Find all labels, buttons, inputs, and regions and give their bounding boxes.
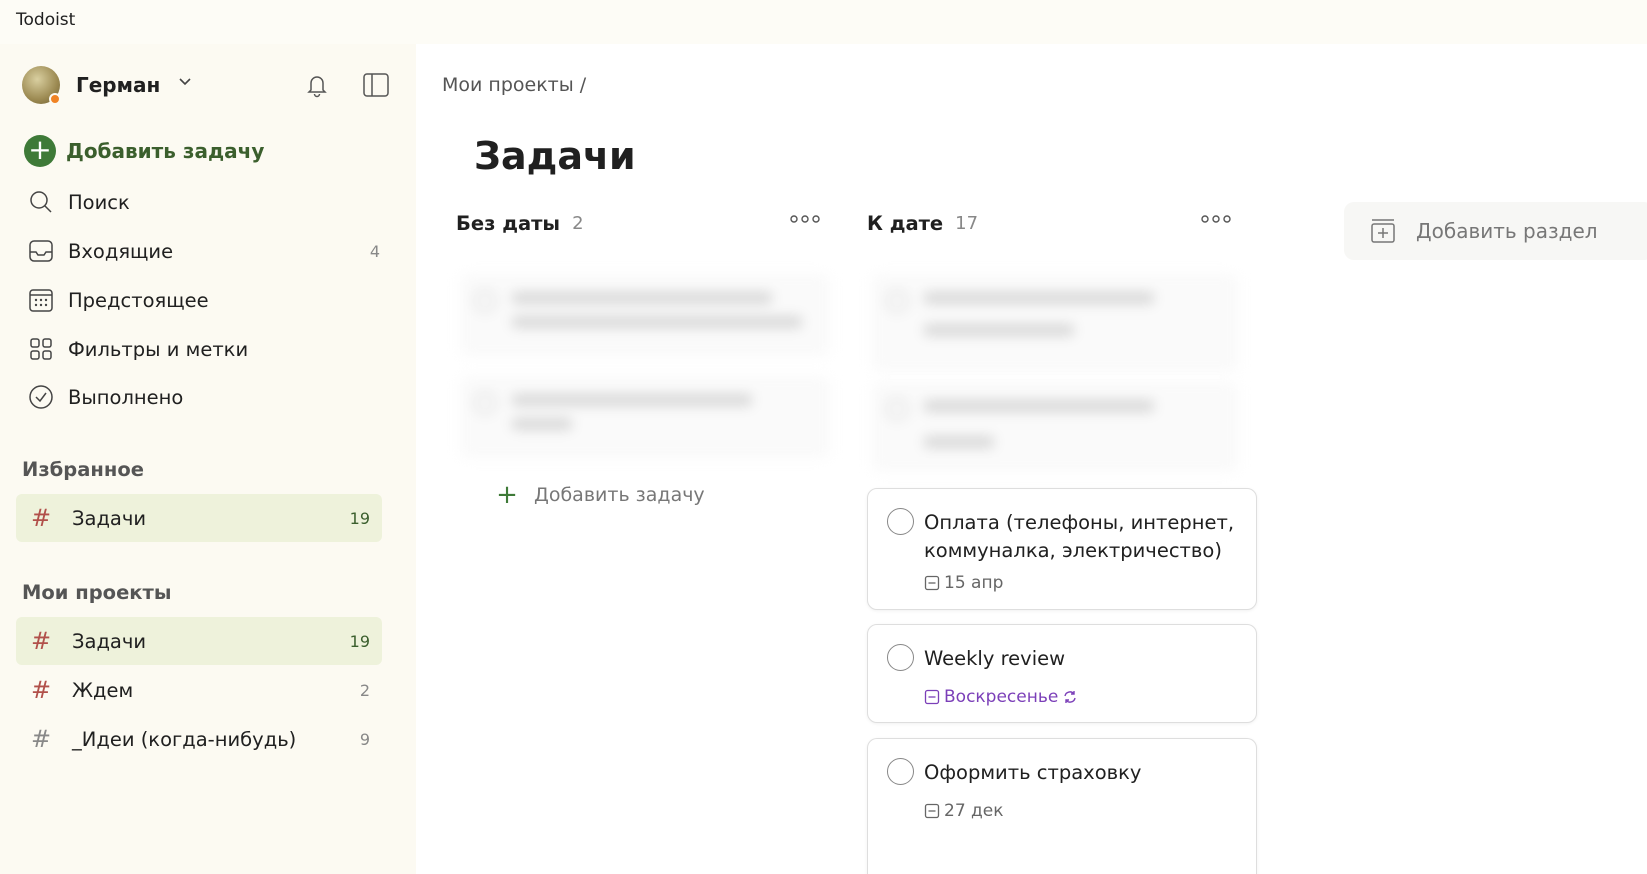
window-titlebar: Todoist [0, 0, 1647, 44]
more-options-icon[interactable] [790, 210, 820, 231]
task-checkbox[interactable] [887, 508, 914, 535]
check-circle-icon [28, 384, 54, 410]
task-title: Оплата (телефоны, интернет, коммуналка, … [924, 511, 1235, 562]
blurred-task-card[interactable] [460, 376, 830, 458]
calendar-icon [924, 803, 940, 819]
sidebar-item-project-waiting[interactable]: # Ждем 2 [16, 666, 382, 714]
avatar[interactable] [22, 66, 61, 105]
task-checkbox [886, 398, 908, 420]
task-checkbox[interactable] [887, 644, 914, 671]
sidebar-item-label: Задачи [72, 629, 147, 653]
add-task-label: Добавить задачу [534, 484, 705, 506]
task-checkbox[interactable] [887, 758, 914, 785]
inbox-icon [28, 238, 54, 264]
add-task-in-column-button[interactable]: + Добавить задачу [494, 480, 705, 510]
blurred-text [924, 436, 994, 448]
sidebar-item-count: 2 [359, 680, 370, 700]
blurred-task-card[interactable] [872, 274, 1238, 372]
recurring-icon [1064, 691, 1077, 703]
blurred-text [512, 394, 752, 406]
window-title: Todoist [16, 10, 76, 30]
add-task-button[interactable]: + Добавить задачу [24, 134, 394, 168]
column-count: 2 [572, 212, 584, 234]
column-header-by-date[interactable]: К дате 17 [867, 208, 978, 238]
breadcrumb[interactable]: Мои проекты / [442, 74, 586, 96]
task-date-text: 15 апр [944, 573, 1004, 593]
task-due-date[interactable]: Воскресенье [924, 687, 1078, 707]
page-title: Задачи [474, 134, 636, 178]
calendar-icon [924, 575, 940, 591]
search-icon [28, 189, 54, 215]
task-card[interactable]: Оформить страховку 27 дек [867, 738, 1257, 874]
toggle-sidebar-icon[interactable] [361, 70, 391, 100]
sidebar-item-completed[interactable]: Выполнено [16, 375, 400, 419]
hash-icon: # [30, 627, 52, 655]
main-content: Мои проекты / Задачи Без даты 2 + Добави… [416, 44, 1647, 874]
add-section-icon [1371, 219, 1395, 243]
blurred-text [512, 292, 772, 304]
blurred-text [924, 292, 1154, 304]
hash-icon: # [30, 676, 52, 704]
task-checkbox [886, 290, 908, 312]
calendar-icon [28, 287, 54, 313]
add-section-label: Добавить раздел [1416, 219, 1598, 243]
blurred-text [924, 400, 1154, 412]
sidebar-item-project-ideas[interactable]: # _Идеи (когда-нибудь) 9 [16, 715, 382, 763]
sidebar-item-upcoming[interactable]: Предстоящее [16, 278, 400, 322]
status-dot [49, 93, 61, 105]
user-name[interactable]: Герман [76, 73, 160, 97]
sidebar-item-label: Ждем [72, 678, 134, 702]
column-title: К дате [867, 211, 944, 235]
task-due-date[interactable]: 15 апр [924, 573, 1003, 593]
user-menu[interactable]: Герман [22, 66, 402, 106]
sidebar-item-label: Входящие [68, 239, 174, 263]
sidebar-item-inbox[interactable]: Входящие 4 [16, 229, 400, 273]
sidebar-item-label: Фильтры и метки [68, 337, 249, 361]
column-header-no-date[interactable]: Без даты 2 [456, 208, 584, 238]
bell-icon[interactable] [302, 70, 332, 100]
filters-icon [28, 336, 54, 362]
task-date-text: 27 дек [944, 801, 1004, 821]
sidebar: Герман + Добавить задачу Поиск Входящие … [0, 44, 416, 874]
chevron-down-icon[interactable] [177, 73, 193, 93]
more-options-icon[interactable] [1201, 210, 1231, 231]
add-task-label: Добавить задачу [66, 139, 265, 163]
sidebar-item-count: 19 [349, 631, 370, 651]
sidebar-item-filters[interactable]: Фильтры и метки [16, 327, 400, 371]
sidebar-item-count: 4 [369, 241, 380, 261]
task-title: Оформить страховку [924, 761, 1142, 784]
plus-icon: + [24, 135, 56, 167]
projects-header[interactable]: Мои проекты [22, 581, 171, 604]
task-card[interactable]: Оплата (телефоны, интернет, коммуналка, … [867, 488, 1257, 610]
task-due-date[interactable]: 27 дек [924, 801, 1004, 821]
blurred-text [512, 316, 802, 328]
sidebar-item-label: Выполнено [68, 385, 184, 409]
hash-icon: # [30, 725, 52, 753]
sidebar-item-count: 9 [359, 729, 370, 749]
blurred-task-card[interactable] [460, 274, 830, 356]
sidebar-item-project-tasks[interactable]: # Задачи 19 [16, 617, 382, 665]
add-section-button[interactable]: Добавить раздел [1344, 202, 1647, 260]
column-title: Без даты [456, 211, 561, 235]
sidebar-item-count: 19 [349, 508, 370, 528]
blurred-task-card[interactable] [872, 382, 1238, 472]
task-title: Weekly review [924, 647, 1066, 670]
blurred-text [924, 324, 1074, 336]
sidebar-item-label: _Идеи (когда-нибудь) [72, 727, 297, 751]
task-checkbox [474, 290, 496, 312]
task-card[interactable]: Weekly review Воскресенье [867, 624, 1257, 723]
hash-icon: # [30, 504, 52, 532]
calendar-icon [924, 689, 940, 705]
sidebar-item-label: Поиск [68, 190, 130, 214]
column-count: 17 [955, 212, 979, 234]
blurred-text [512, 418, 572, 430]
sidebar-item-search[interactable]: Поиск [16, 180, 400, 224]
plus-icon: + [496, 480, 518, 510]
sidebar-item-favorite-tasks[interactable]: # Задачи 19 [16, 494, 382, 542]
sidebar-item-label: Задачи [72, 506, 147, 530]
task-checkbox [474, 392, 496, 414]
task-date-text: Воскресенье [944, 687, 1059, 707]
sidebar-item-label: Предстоящее [68, 288, 209, 312]
favorites-header[interactable]: Избранное [22, 458, 144, 481]
